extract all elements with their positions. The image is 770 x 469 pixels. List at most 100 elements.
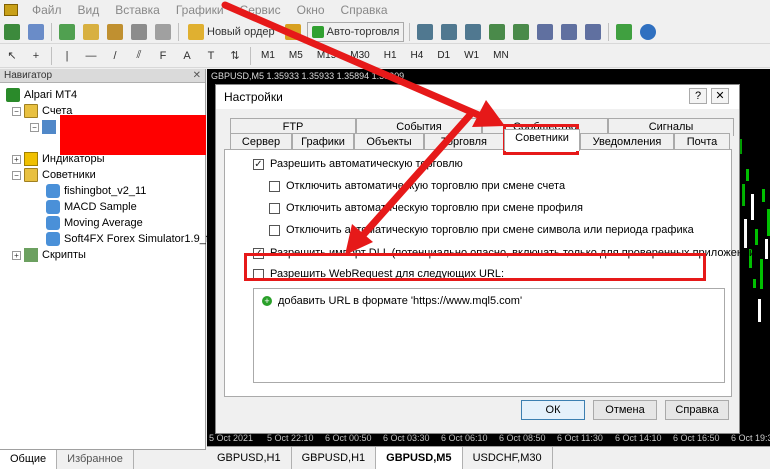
tf-w1[interactable]: W1 xyxy=(459,46,484,66)
expert-label: MACD Sample xyxy=(64,201,137,213)
ok-button[interactable]: ОК xyxy=(521,400,585,420)
tf-m5[interactable]: M5 xyxy=(284,46,308,66)
tf-d1[interactable]: D1 xyxy=(432,46,455,66)
add-url-item[interactable]: + добавить URL в формате 'https://www.mq… xyxy=(262,295,522,307)
horizontal-line-button[interactable]: — xyxy=(81,46,101,66)
metaeditor-button[interactable] xyxy=(283,22,303,42)
fibo-button[interactable]: F xyxy=(153,46,173,66)
market-watch-button[interactable] xyxy=(57,22,77,42)
tf-h4[interactable]: H4 xyxy=(406,46,429,66)
navigator-title: Навигатор xyxy=(4,70,53,81)
text-button[interactable]: A xyxy=(177,46,197,66)
disable-on-account-option[interactable]: Отключить автоматическую торговлю при см… xyxy=(269,180,565,192)
tester-button[interactable] xyxy=(153,22,173,42)
tree-indicators-label: Индикаторы xyxy=(42,153,105,165)
tree-indicators[interactable]: + Индикаторы xyxy=(12,151,105,167)
navigator-button[interactable] xyxy=(105,22,125,42)
crosshair-tool-button[interactable]: + xyxy=(26,46,46,66)
indicators-button[interactable] xyxy=(614,22,634,42)
autoscroll-button[interactable] xyxy=(559,22,579,42)
expand-icon[interactable]: + xyxy=(12,250,21,260)
indicator-icon xyxy=(24,152,38,166)
toolbar-separator xyxy=(409,22,411,41)
label-icon: T xyxy=(207,49,215,62)
new-order-button[interactable]: Новый ордер xyxy=(184,22,279,42)
disable-on-symbol-checkbox[interactable] xyxy=(269,224,280,236)
periods-button[interactable] xyxy=(638,22,658,42)
tab-favorites[interactable]: Избранное xyxy=(57,450,134,469)
tree-scripts[interactable]: + Скрипты xyxy=(12,247,86,263)
collapse-icon[interactable]: − xyxy=(12,170,21,180)
arrows-button[interactable]: ⇅ xyxy=(225,46,245,66)
vertical-line-button[interactable]: | xyxy=(57,46,77,66)
zoom-in-button[interactable] xyxy=(487,22,507,42)
tile-button[interactable] xyxy=(535,22,555,42)
expand-icon[interactable]: + xyxy=(12,154,21,164)
disable-on-profile-checkbox[interactable] xyxy=(269,202,280,214)
candle xyxy=(760,259,763,289)
menu-view[interactable]: Вид xyxy=(70,3,108,17)
bar-chart-button[interactable] xyxy=(415,22,435,42)
menu-insert[interactable]: Вставка xyxy=(107,3,168,17)
close-icon[interactable]: ✕ xyxy=(193,69,201,83)
disable-on-symbol-option[interactable]: Отключить автоматическую торговлю при см… xyxy=(269,224,694,236)
autotrading-button[interactable]: Авто-торговля xyxy=(306,21,405,42)
candle-chart-icon xyxy=(441,23,458,40)
mt4-icon xyxy=(6,88,20,102)
tree-experts[interactable]: − Советники xyxy=(12,167,96,183)
expand-icon[interactable]: − xyxy=(30,122,39,132)
menu-window[interactable]: Окно xyxy=(289,3,333,17)
new-chart-button[interactable] xyxy=(2,22,22,42)
menu-file[interactable]: Файл xyxy=(24,3,70,17)
autoscroll-icon xyxy=(561,23,578,40)
tree-expert-item[interactable]: fishingbot_v2_11 xyxy=(46,183,146,199)
profiles-button[interactable] xyxy=(26,22,46,42)
tree-expert-item[interactable]: Moving Average xyxy=(46,215,143,231)
tf-m1[interactable]: M1 xyxy=(256,46,280,66)
menu-tools[interactable]: Сервис xyxy=(232,3,289,17)
crosshair-button[interactable] xyxy=(81,22,101,42)
tree-root[interactable]: Alpari MT4 xyxy=(6,87,77,103)
chart-tab-active[interactable]: GBPUSD,M5 xyxy=(376,447,463,469)
allow-autotrading-option[interactable]: ✓ Разрешить автоматическую торговлю xyxy=(253,158,463,170)
autotrading-icon xyxy=(311,25,324,38)
chart-tab[interactable]: GBPUSD,H1 xyxy=(207,447,292,469)
menu-help[interactable]: Справка xyxy=(333,3,396,17)
collapse-icon[interactable]: − xyxy=(12,106,21,116)
disable-on-profile-option[interactable]: Отключить автоматическую торговлю при см… xyxy=(269,202,583,214)
tf-m15[interactable]: M15 xyxy=(312,46,341,66)
chart-tab[interactable]: USDCHF,M30 xyxy=(463,447,553,469)
tree-expert-item[interactable]: Soft4FX Forex Simulator1.9_fi xyxy=(46,231,211,247)
shift-button[interactable] xyxy=(583,22,603,42)
cursor-button[interactable]: ↖ xyxy=(2,46,22,66)
cancel-button[interactable]: Отмена xyxy=(593,400,657,420)
candle-chart-button[interactable] xyxy=(439,22,459,42)
help-icon[interactable]: ? xyxy=(689,88,707,104)
terminal-button[interactable] xyxy=(129,22,149,42)
time-label: 6 Oct 14:10 xyxy=(615,433,662,443)
channel-button[interactable]: ⫽ xyxy=(129,46,149,66)
shift-icon xyxy=(585,23,602,40)
tree-account-item[interactable]: − xyxy=(30,119,60,135)
tile-icon xyxy=(537,23,554,40)
tf-mn[interactable]: MN xyxy=(488,46,514,66)
tf-m30[interactable]: M30 xyxy=(345,46,374,66)
arrows-icon: ⇅ xyxy=(230,50,240,62)
tab-expert-advisors[interactable]: Советники xyxy=(504,129,580,151)
trendline-button[interactable]: / xyxy=(105,46,125,66)
zoom-out-button[interactable] xyxy=(511,22,531,42)
help-button[interactable]: Справка xyxy=(665,400,729,420)
line-chart-button[interactable] xyxy=(463,22,483,42)
tree-expert-item[interactable]: MACD Sample xyxy=(46,199,137,215)
url-list[interactable]: + добавить URL в формате 'https://www.mq… xyxy=(253,288,725,383)
chart-tab[interactable]: GBPUSD,H1 xyxy=(292,447,377,469)
time-label: 5 Oct 22:10 xyxy=(267,433,314,443)
tf-h1[interactable]: H1 xyxy=(379,46,402,66)
disable-on-account-checkbox[interactable] xyxy=(269,180,280,192)
menu-charts[interactable]: Графики xyxy=(168,3,232,17)
candle xyxy=(750,194,754,220)
close-icon[interactable]: ✕ xyxy=(711,88,729,104)
allow-autotrading-checkbox[interactable]: ✓ xyxy=(253,158,264,170)
tab-common[interactable]: Общие xyxy=(0,450,58,469)
label-button[interactable]: T xyxy=(201,46,221,66)
